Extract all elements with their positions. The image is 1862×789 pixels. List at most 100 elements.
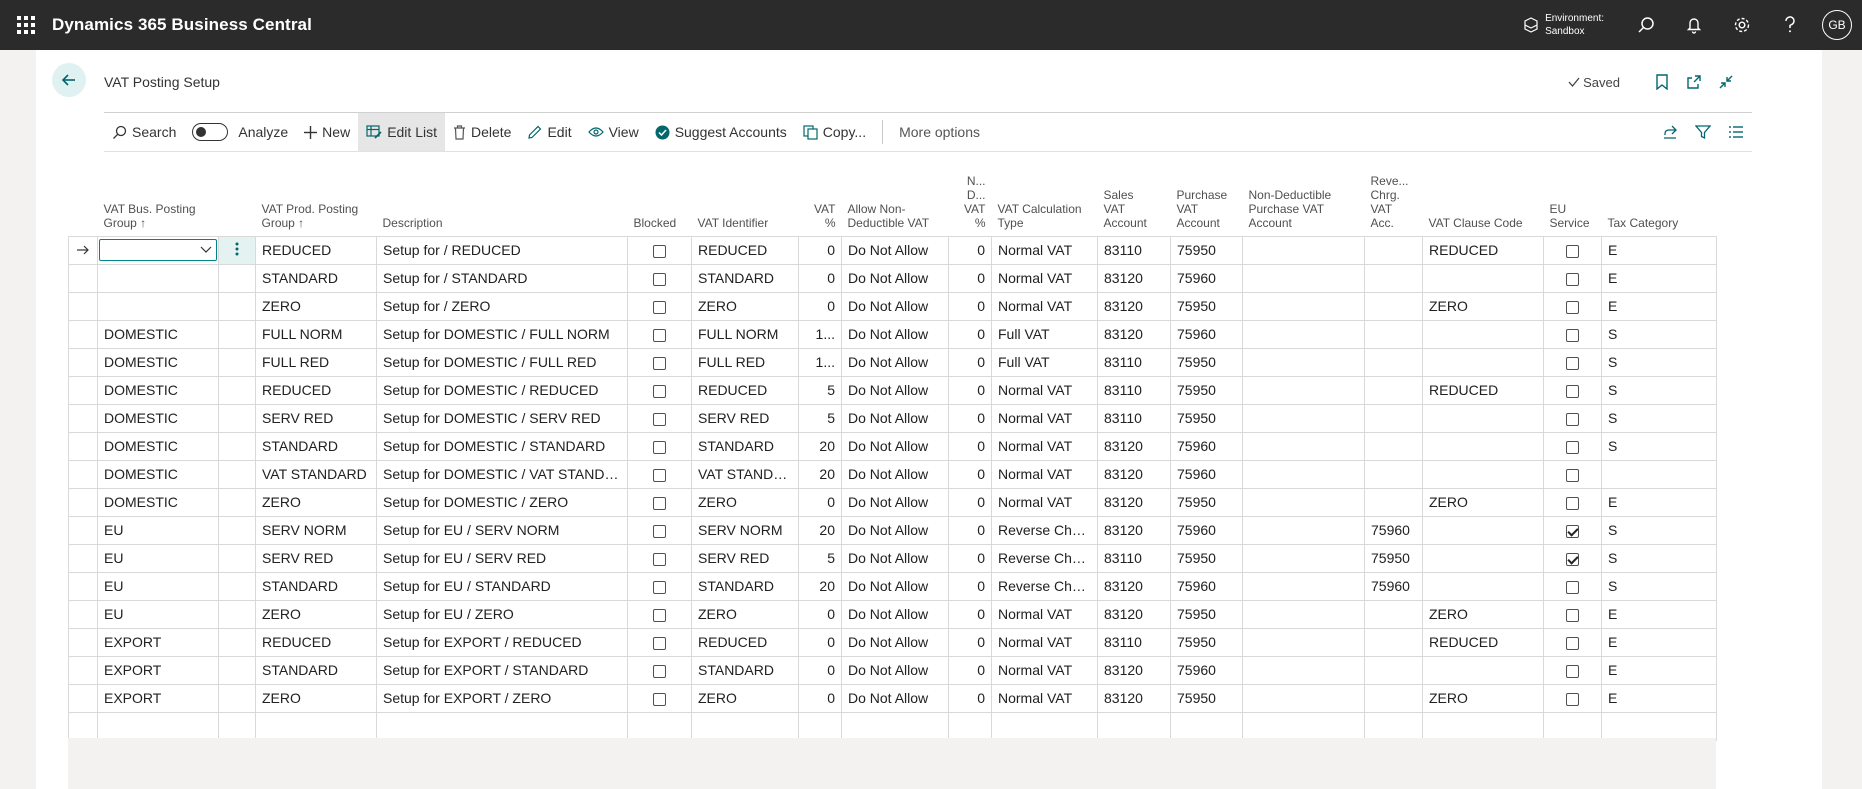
vat-clause-code-cell[interactable] [1422,515,1544,545]
non-deductible-percent-cell[interactable]: 0 [948,683,992,713]
vat-prod-posting-group-cell[interactable]: STANDARD [255,655,377,685]
vat-prod-posting-group-cell[interactable]: ZERO [255,291,377,321]
description-cell[interactable]: Setup for DOMESTIC / STANDARD [376,431,628,461]
vat-clause-code-cell[interactable]: ZERO [1422,487,1544,517]
non-deductible-percent-cell[interactable]: 0 [948,375,992,405]
eu-service-checkbox[interactable] [1566,412,1579,426]
column-header-1[interactable]: VAT Prod. Posting Group ↑ [256,102,377,236]
non-deductible-percent-cell[interactable]: 0 [948,487,992,517]
vat-calculation-type-cell[interactable]: Full VAT [991,347,1098,377]
search-icon[interactable] [1622,0,1670,50]
reverse-charge-account-cell[interactable] [1364,235,1423,265]
vat-identifier-cell[interactable]: STANDARD [691,571,799,601]
vat-bus-posting-group-cell[interactable]: EU [97,599,219,629]
table-row[interactable]: EXPORT ZERO Setup for EXPORT / ZERO ZERO 0 Do… [68,683,1717,713]
vat-clause-code-cell[interactable]: REDUCED [1422,235,1544,265]
blocked-checkbox[interactable] [653,384,666,398]
eu-service-checkbox[interactable] [1566,524,1579,538]
reverse-charge-account-cell[interactable] [1364,599,1423,629]
vat-percent-cell[interactable]: 20 [798,571,842,601]
eu-service-checkbox[interactable] [1566,356,1579,370]
non-deductible-percent-cell[interactable]: 0 [948,291,992,321]
description-cell[interactable]: Setup for EU / STANDARD [376,571,628,601]
table-row[interactable]: ZERO Setup for / ZERO ZERO 0 Do Not Allow 0 No… [68,291,1717,321]
vat-bus-posting-group-cell[interactable]: EXPORT [97,655,219,685]
table-row[interactable]: STANDARD Setup for / STANDARD STANDARD 0 Do … [68,263,1717,293]
empty-cell[interactable] [1601,711,1717,741]
allow-non-deductible-cell[interactable]: Do Not Allow [841,487,949,517]
tax-category-cell[interactable]: S [1601,543,1717,573]
empty-cell[interactable] [1170,711,1243,741]
description-cell[interactable]: Setup for DOMESTIC / ZERO [376,487,628,517]
vat-clause-code-cell[interactable] [1422,319,1544,349]
non-deductible-percent-cell[interactable]: 0 [948,515,992,545]
eu-service-checkbox[interactable] [1566,468,1579,482]
sales-vat-account-cell[interactable]: 83120 [1097,431,1171,461]
sales-vat-account-cell[interactable]: 83110 [1097,403,1171,433]
sales-vat-account-cell[interactable]: 83120 [1097,263,1171,293]
tax-category-cell[interactable]: E [1601,655,1717,685]
reverse-charge-account-cell[interactable] [1364,459,1423,489]
vat-bus-posting-group-cell[interactable]: DOMESTIC [97,487,219,517]
vat-percent-cell[interactable]: 5 [798,375,842,405]
empty-cell[interactable] [97,711,219,741]
blocked-checkbox[interactable] [653,272,666,286]
row-actions-button[interactable] [218,235,256,265]
empty-cell[interactable] [218,711,256,741]
column-header-13[interactable]: VAT Clause Code [1423,102,1544,236]
purchase-vat-account-cell[interactable]: 75950 [1170,543,1243,573]
reverse-charge-account-cell[interactable] [1364,627,1423,657]
purchase-vat-account-cell[interactable]: 75950 [1170,627,1243,657]
description-cell[interactable]: Setup for / STANDARD [376,263,628,293]
allow-non-deductible-cell[interactable]: Do Not Allow [841,431,949,461]
allow-non-deductible-cell[interactable]: Do Not Allow [841,627,949,657]
non-deductible-purchase-account-cell[interactable] [1242,487,1365,517]
reverse-charge-account-cell[interactable] [1364,291,1423,321]
description-cell[interactable]: Setup for EU / ZERO [376,599,628,629]
purchase-vat-account-cell[interactable]: 75960 [1170,515,1243,545]
sales-vat-account-cell[interactable]: 83120 [1097,319,1171,349]
purchase-vat-account-cell[interactable]: 75950 [1170,291,1243,321]
vat-calculation-type-cell[interactable]: Normal VAT [991,235,1098,265]
description-cell[interactable]: Setup for / ZERO [376,291,628,321]
vat-clause-code-cell[interactable] [1422,571,1544,601]
blocked-checkbox[interactable] [653,244,666,258]
vat-calculation-type-cell[interactable]: Normal VAT [991,291,1098,321]
non-deductible-purchase-account-cell[interactable] [1242,543,1365,573]
empty-cell[interactable] [691,711,799,741]
blocked-checkbox[interactable] [653,524,666,538]
vat-identifier-cell[interactable]: STANDARD [691,655,799,685]
allow-non-deductible-cell[interactable]: Do Not Allow [841,683,949,713]
sales-vat-account-cell[interactable]: 83120 [1097,459,1171,489]
vat-percent-cell[interactable]: 5 [798,543,842,573]
allow-non-deductible-cell[interactable]: Do Not Allow [841,599,949,629]
non-deductible-purchase-account-cell[interactable] [1242,571,1365,601]
empty-cell[interactable] [798,711,842,741]
vat-percent-cell[interactable]: 20 [798,459,842,489]
empty-cell[interactable] [948,711,992,741]
table-row[interactable]: EU ZERO Setup for EU / ZERO ZERO 0 Do Not All… [68,599,1717,629]
empty-cell[interactable] [255,711,377,741]
blocked-checkbox[interactable] [653,608,666,622]
purchase-vat-account-cell[interactable]: 75950 [1170,683,1243,713]
tax-category-cell[interactable]: S [1601,403,1717,433]
list-view-icon[interactable] [1719,113,1752,151]
table-row[interactable]: EXPORT STANDARD Setup for EXPORT / STANDAR… [68,655,1717,685]
settings-gear-icon[interactable] [1718,0,1766,50]
tax-category-cell[interactable]: E [1601,291,1717,321]
tax-category-cell[interactable] [1601,459,1717,489]
non-deductible-purchase-account-cell[interactable] [1242,235,1365,265]
vat-identifier-cell[interactable]: FULL NORM [691,319,799,349]
non-deductible-percent-cell[interactable]: 0 [948,347,992,377]
blocked-checkbox[interactable] [653,552,666,566]
non-deductible-purchase-account-cell[interactable] [1242,403,1365,433]
non-deductible-purchase-account-cell[interactable] [1242,655,1365,685]
vat-prod-posting-group-cell[interactable]: REDUCED [255,375,377,405]
vat-identifier-cell[interactable]: SERV NORM [691,515,799,545]
vat-bus-posting-group-cell[interactable]: DOMESTIC [97,319,219,349]
column-header-3[interactable]: Blocked [628,102,692,236]
tax-category-cell[interactable]: E [1601,683,1717,713]
column-header-14[interactable]: EU Service [1544,102,1602,236]
eu-service-checkbox[interactable] [1566,300,1579,314]
vat-clause-code-cell[interactable] [1422,543,1544,573]
